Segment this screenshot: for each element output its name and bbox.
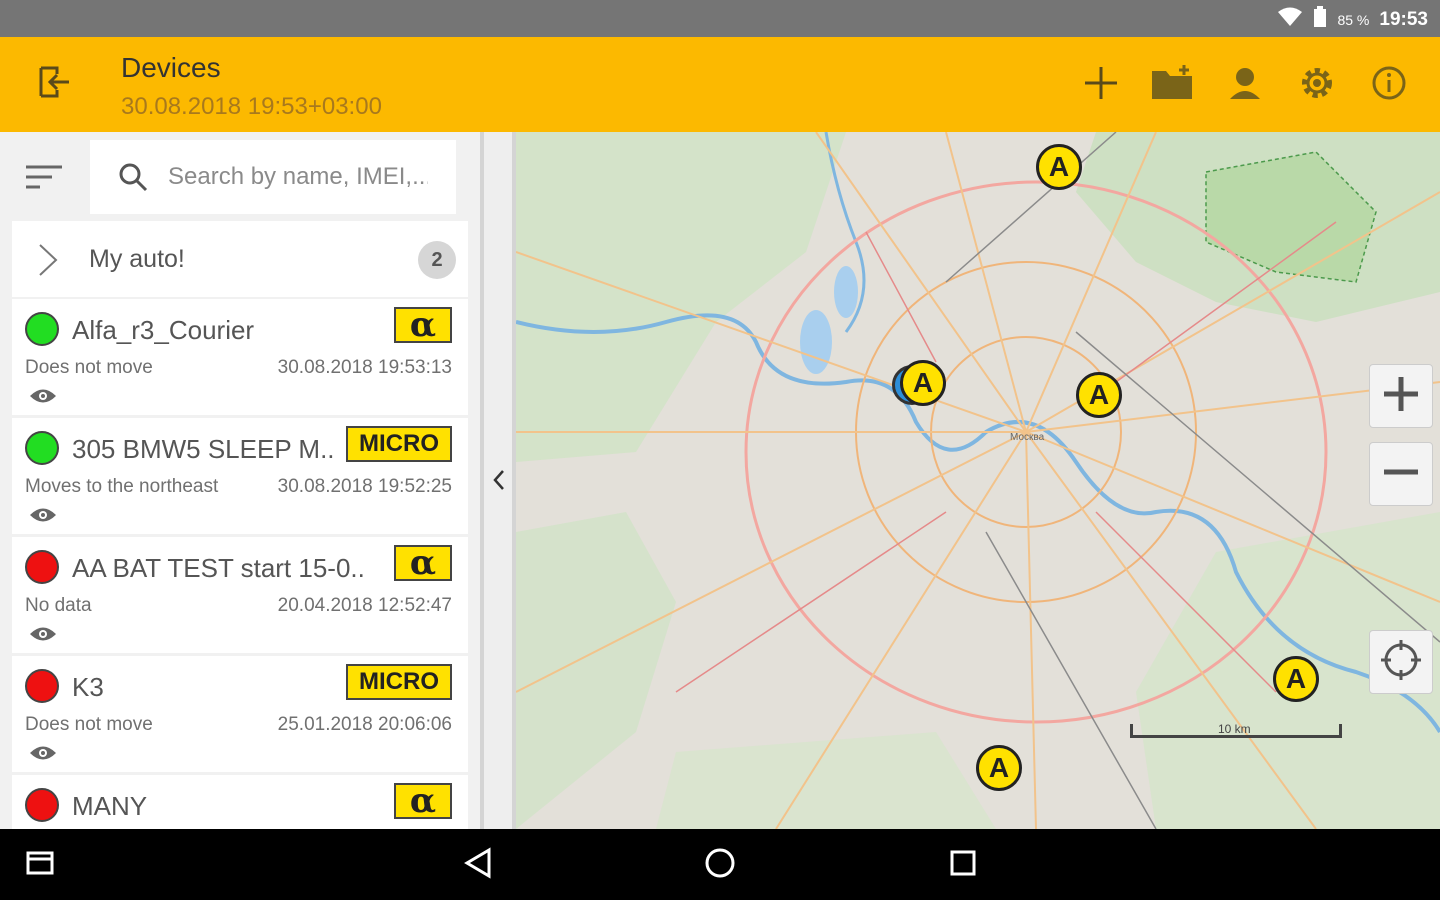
map-marker[interactable]: A xyxy=(900,360,946,406)
offline-status-dot xyxy=(25,550,59,584)
back-triangle-icon xyxy=(463,846,493,884)
filter-button[interactable] xyxy=(14,144,74,214)
device-name: AA BAT TEST start 15-0.. xyxy=(72,553,365,583)
zoom-out-button[interactable] xyxy=(1369,442,1433,506)
home-button[interactable] xyxy=(702,847,738,883)
chevron-right-icon xyxy=(34,243,64,277)
folder-add-icon xyxy=(1150,63,1196,108)
page-title: Devices xyxy=(121,52,221,83)
zoom-in-button[interactable] xyxy=(1369,364,1433,428)
device-status: Does not move xyxy=(25,357,153,378)
system-nav-bar xyxy=(0,829,1440,900)
device-timestamp: 30.08.2018 19:53:13 xyxy=(277,357,452,378)
chevron-left-icon[interactable] xyxy=(492,468,506,492)
battery-icon xyxy=(1313,6,1327,34)
group-count-badge: 2 xyxy=(418,241,456,279)
device-name: MANY xyxy=(72,791,148,821)
add-icon xyxy=(1081,63,1121,108)
device-status: No data xyxy=(25,595,92,616)
window-icon xyxy=(26,851,54,880)
back-button[interactable] xyxy=(460,846,496,884)
home-circle-icon xyxy=(704,847,736,884)
device-type-badge: MICRO xyxy=(346,664,452,700)
user-icon xyxy=(1228,65,1262,106)
online-status-dot xyxy=(25,312,59,346)
toolbar-actions xyxy=(1078,62,1412,108)
info-icon xyxy=(1371,65,1407,106)
recents-button[interactable] xyxy=(945,847,981,883)
eye-icon[interactable] xyxy=(29,387,57,405)
add-button[interactable] xyxy=(1078,62,1124,108)
device-row[interactable]: 305 BMW5 SLEEP M.. MICRO Moves to the no… xyxy=(12,418,468,534)
crosshair-icon xyxy=(1379,638,1423,687)
device-timestamp: 30.08.2018 19:52:25 xyxy=(277,476,452,497)
device-name: K3 xyxy=(72,672,104,702)
eye-icon[interactable] xyxy=(29,744,57,762)
device-row[interactable]: K3 MICRO Does not move 25.01.2018 20:06:… xyxy=(12,656,468,772)
map-view[interactable]: Москва A A A A A 10 km xyxy=(516,132,1440,829)
recents-square-icon xyxy=(949,849,977,882)
device-type-badge: α xyxy=(394,307,452,343)
scale-label: 10 km xyxy=(1218,722,1251,736)
device-type-badge: α xyxy=(394,545,452,581)
device-status: Does not move xyxy=(25,714,153,735)
filter-icon xyxy=(25,164,63,195)
device-list-panel: My auto! 2 Alfa_r3_Courier α Does not mo… xyxy=(0,132,480,829)
status-bar-right: 85 % 19:53 xyxy=(1277,6,1428,34)
battery-percent: 85 % xyxy=(1337,12,1370,28)
search-input[interactable] xyxy=(168,163,428,191)
exit-icon xyxy=(37,62,73,107)
wifi-icon xyxy=(1277,7,1303,33)
info-button[interactable] xyxy=(1366,62,1412,108)
map-scale: 10 km xyxy=(1130,720,1342,740)
settings-button[interactable] xyxy=(1294,62,1340,108)
offline-status-dot xyxy=(25,669,59,703)
add-folder-button[interactable] xyxy=(1150,62,1196,108)
eye-icon[interactable] xyxy=(29,625,57,643)
multiwindow-button[interactable] xyxy=(22,847,58,883)
my-location-button[interactable] xyxy=(1369,630,1433,694)
device-row[interactable]: MANY α xyxy=(12,775,468,829)
device-type-badge: α xyxy=(394,783,452,819)
user-button[interactable] xyxy=(1222,62,1268,108)
map-marker[interactable]: A xyxy=(1076,372,1122,418)
group-name: My auto! xyxy=(89,245,185,273)
device-row[interactable]: Alfa_r3_Courier α Does not move 30.08.20… xyxy=(12,299,468,415)
online-status-dot xyxy=(25,431,59,465)
device-timestamp: 20.04.2018 12:52:47 xyxy=(277,595,452,616)
minus-icon xyxy=(1381,452,1421,497)
status-bar: 85 % 19:53 xyxy=(0,0,1440,37)
map-marker[interactable]: A xyxy=(1273,656,1319,702)
device-name: Alfa_r3_Courier xyxy=(72,315,255,345)
app-bar: Devices 30.08.2018 19:53+03:00 xyxy=(0,37,1440,132)
plus-icon xyxy=(1381,374,1421,419)
eye-icon[interactable] xyxy=(29,506,57,524)
offline-status-dot xyxy=(25,788,59,822)
device-name: 305 BMW5 SLEEP M.. xyxy=(72,434,335,464)
page-subtitle: 30.08.2018 19:53+03:00 xyxy=(121,93,382,120)
search-icon xyxy=(118,162,148,192)
search-box xyxy=(90,140,456,214)
exit-button[interactable] xyxy=(32,61,78,107)
map-marker[interactable]: A xyxy=(1036,144,1082,190)
city-label: Москва xyxy=(1010,432,1045,443)
panel-splitter[interactable] xyxy=(480,132,516,829)
group-row[interactable]: My auto! 2 xyxy=(12,221,468,297)
clock: 19:53 xyxy=(1379,9,1428,30)
gear-icon xyxy=(1299,65,1335,106)
map-marker[interactable]: A xyxy=(976,745,1022,791)
device-status: Moves to the northeast xyxy=(25,476,219,497)
device-row[interactable]: AA BAT TEST start 15-0.. α No data 20.04… xyxy=(12,537,468,653)
device-timestamp: 25.01.2018 20:06:06 xyxy=(277,714,452,735)
device-type-badge: MICRO xyxy=(346,426,452,462)
